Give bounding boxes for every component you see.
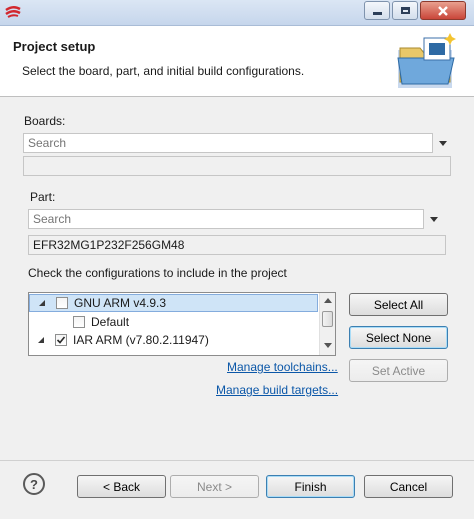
maximize-icon xyxy=(400,7,410,14)
tree-row-iar-arm[interactable]: IAR ARM (v7.80.2.11947) xyxy=(29,331,318,349)
boards-label: Boards: xyxy=(24,114,66,128)
config-label-iar-arm: IAR ARM (v7.80.2.11947) xyxy=(73,333,209,347)
checkmark-icon xyxy=(56,336,66,344)
config-checkbox-gnu-arm[interactable] xyxy=(56,297,68,309)
back-button[interactable]: < Back xyxy=(77,475,166,498)
project-wizard-icon xyxy=(390,32,462,90)
configurations-label: Check the configurations to include in t… xyxy=(28,266,287,280)
scroll-down-icon[interactable] xyxy=(324,343,332,348)
tree-scrollbar[interactable] xyxy=(319,293,335,355)
close-icon xyxy=(438,5,448,16)
manage-build-targets-link[interactable]: Manage build targets... xyxy=(216,383,338,397)
help-icon[interactable]: ? xyxy=(23,473,45,495)
select-all-button[interactable]: Select All xyxy=(349,293,448,316)
dropdown-arrow-icon xyxy=(430,216,438,222)
part-selection-field: EFR32MG1P232F256GM48 xyxy=(28,235,446,255)
cancel-button[interactable]: Cancel xyxy=(364,475,453,498)
minimize-button[interactable] xyxy=(364,1,390,20)
config-checkbox-iar-arm[interactable] xyxy=(55,334,67,346)
tree-row-gnu-arm[interactable]: GNU ARM v4.9.3 xyxy=(29,294,318,312)
app-logo-icon xyxy=(4,4,22,20)
boards-selection-field xyxy=(23,156,451,176)
close-button[interactable] xyxy=(420,1,466,20)
dropdown-arrow-icon xyxy=(439,140,447,146)
part-label: Part: xyxy=(30,190,56,204)
page-description: Select the board, part, and initial buil… xyxy=(22,64,305,78)
part-search-input[interactable] xyxy=(28,209,424,229)
boards-search-input[interactable] xyxy=(23,133,433,153)
scrollbar-thumb[interactable] xyxy=(322,311,333,327)
select-none-button[interactable]: Select None xyxy=(349,326,448,349)
tree-row-default[interactable]: Default xyxy=(29,313,318,331)
manage-toolchains-link[interactable]: Manage toolchains... xyxy=(227,360,338,374)
footer-separator xyxy=(0,460,474,461)
configurations-tree[interactable]: GNU ARM v4.9.3 Default IAR ARM (v7.80.2.… xyxy=(28,292,336,356)
expand-triangle-icon[interactable] xyxy=(37,333,47,347)
scroll-up-icon[interactable] xyxy=(324,298,332,303)
next-button[interactable]: Next > xyxy=(170,475,259,498)
config-label-default: Default xyxy=(91,315,130,329)
config-label-gnu-arm: GNU ARM v4.9.3 xyxy=(74,296,167,310)
expand-triangle-icon[interactable] xyxy=(38,296,48,310)
page-title: Project setup xyxy=(13,39,96,54)
boards-dropdown-button[interactable] xyxy=(435,133,451,153)
config-checkbox-default[interactable] xyxy=(73,316,85,328)
part-dropdown-button[interactable] xyxy=(426,209,442,229)
set-active-button[interactable]: Set Active xyxy=(349,359,448,382)
finish-button[interactable]: Finish xyxy=(266,475,355,498)
minimize-icon xyxy=(372,12,382,15)
maximize-button[interactable] xyxy=(392,1,418,20)
